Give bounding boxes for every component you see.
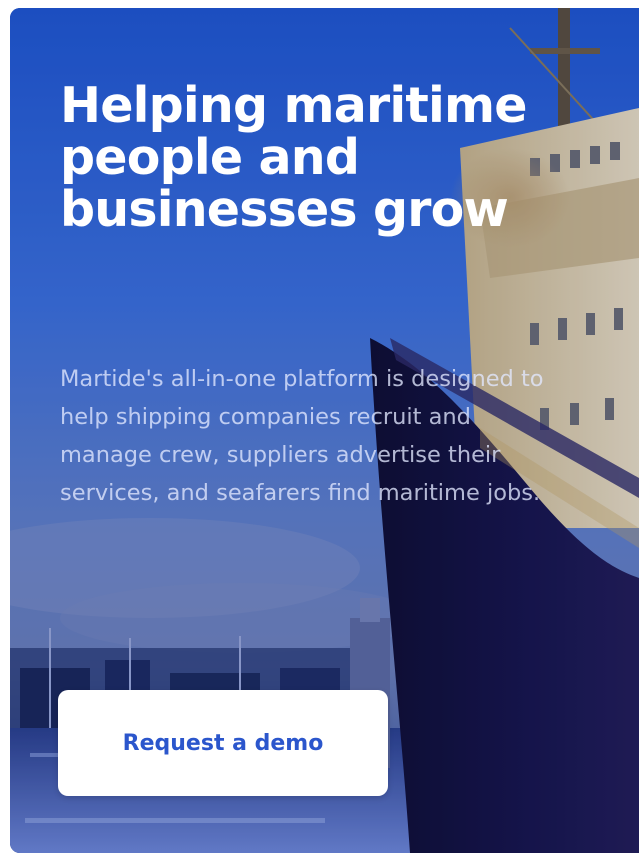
hero-content: Helping maritime people and businesses g… [60,80,600,236]
hero-description: Martide's all-in-one platform is designe… [60,366,544,506]
hero-headline: Helping maritime people and businesses g… [60,77,528,238]
request-demo-button[interactable]: Request a demo [58,690,388,796]
hero-banner: Helping maritime people and businesses g… [10,8,639,853]
